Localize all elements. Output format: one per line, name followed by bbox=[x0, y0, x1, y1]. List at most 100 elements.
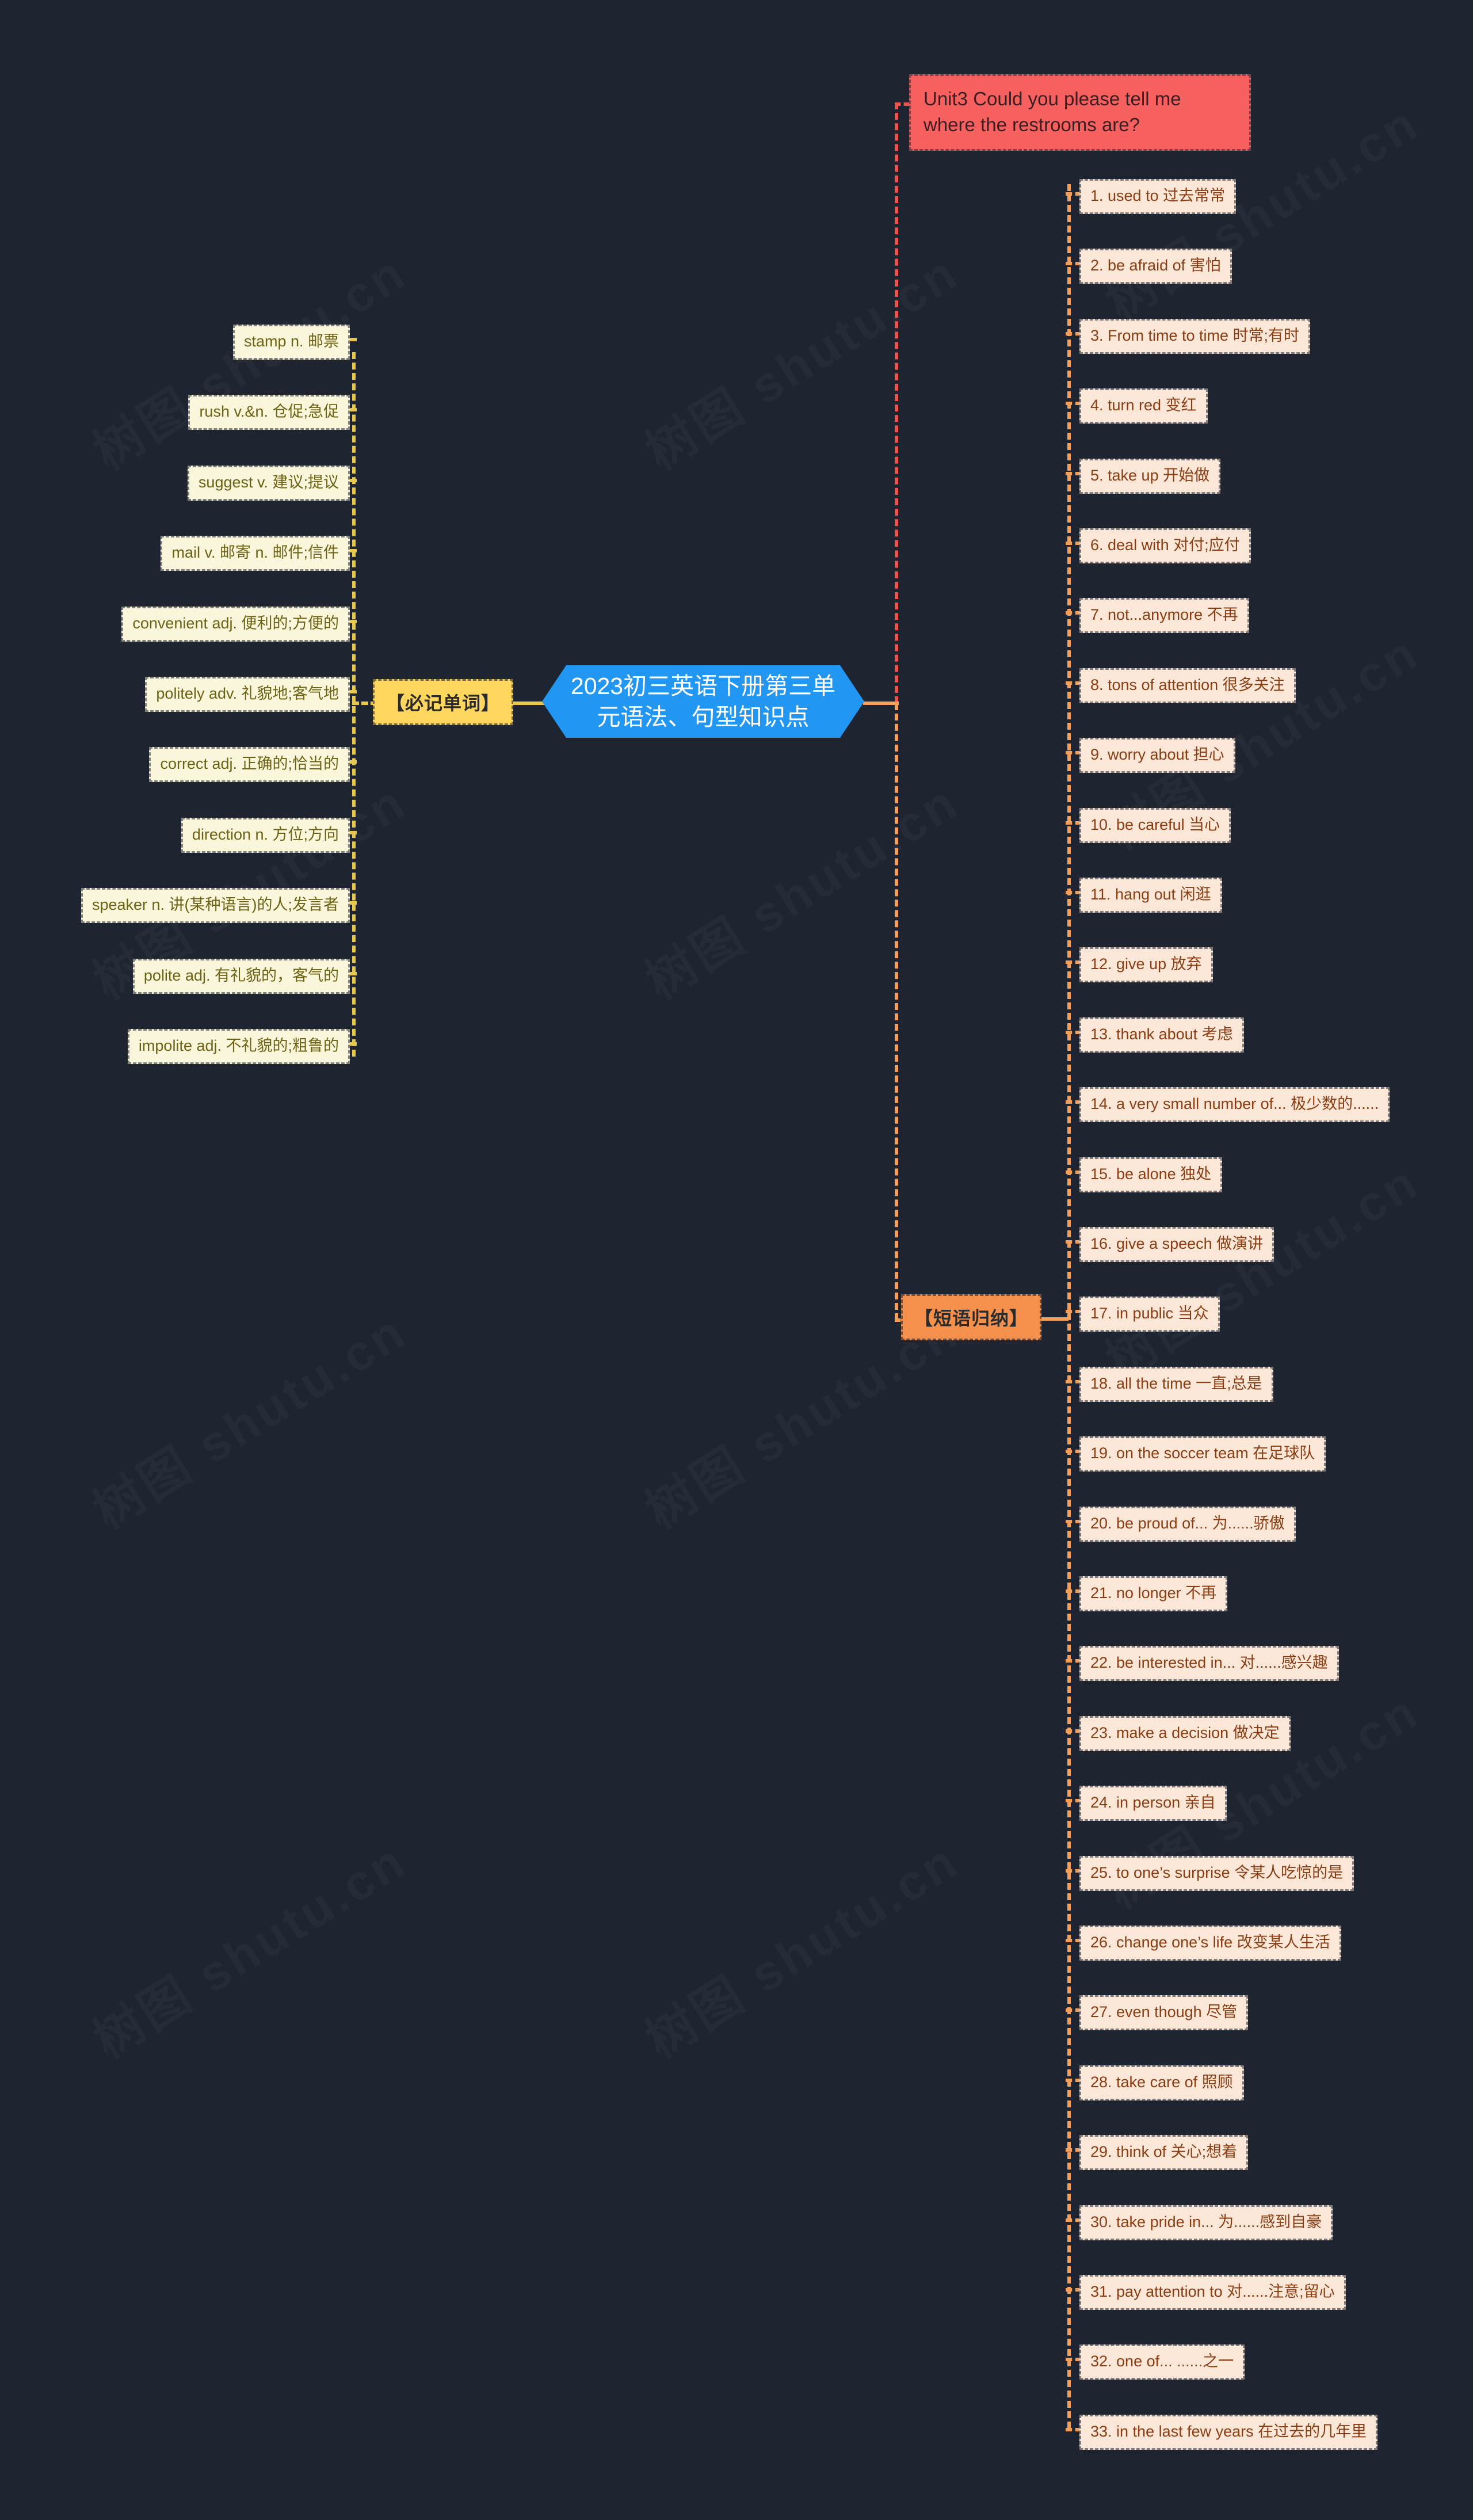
phrase-item[interactable]: 31. pay attention to 对......注意;留心 bbox=[1079, 2275, 1346, 2310]
phrase-item-label: 1. used to 过去常常 bbox=[1090, 187, 1226, 204]
word-item[interactable]: stamp n. 邮票 bbox=[232, 325, 350, 360]
phrase-item-label: 30. take pride in... 为......感到自豪 bbox=[1090, 2213, 1322, 2231]
phrase-item[interactable]: 19. on the soccer team 在足球队 bbox=[1079, 1436, 1326, 1472]
phrase-item[interactable]: 33. in the last few years 在过去的几年里 bbox=[1079, 2414, 1378, 2450]
mindmap-canvas: 树图 shutu.cn 树图 shutu.cn 树图 shutu.cn 树图 s… bbox=[0, 0, 1473, 2520]
word-item[interactable]: mail v. 邮寄 n. 邮件;信件 bbox=[161, 536, 350, 571]
category-phrases[interactable]: 【短语归纳】 bbox=[901, 1294, 1042, 1340]
phrase-item[interactable]: 26. change one’s life 改变某人生活 bbox=[1079, 1926, 1341, 1961]
watermark: 树图 shutu.cn bbox=[629, 763, 970, 1013]
phrase-item[interactable]: 12. give up 放弃 bbox=[1079, 947, 1213, 983]
phrase-item-label: 16. give a speech 做演讲 bbox=[1090, 1235, 1264, 1252]
word-item-connector bbox=[350, 690, 357, 693]
word-item-connector bbox=[350, 760, 357, 764]
phrase-item[interactable]: 28. take care of 照顾 bbox=[1079, 2065, 1244, 2100]
phrase-item[interactable]: 6. deal with 对付;应付 bbox=[1079, 528, 1251, 563]
watermark: 树图 shutu.cn bbox=[77, 1821, 418, 2072]
word-item-label: suggest v. 建议;提议 bbox=[198, 473, 339, 491]
phrase-item-label: 3. From time to time 时常;有时 bbox=[1090, 326, 1300, 344]
root-node[interactable]: 2023初三英语下册第三单元语法、句型知识点 bbox=[542, 665, 864, 738]
phrase-item-label: 17. in public 当众 bbox=[1090, 1305, 1209, 1322]
word-item-connector bbox=[350, 619, 357, 623]
phrase-items-spine bbox=[1067, 184, 1071, 2428]
phrase-item[interactable]: 22. be interested in... 对......感兴趣 bbox=[1079, 1646, 1339, 1682]
word-item-connector bbox=[350, 338, 357, 341]
phrase-item[interactable]: 11. hang out 闲逛 bbox=[1079, 878, 1222, 913]
phrase-item-label: 9. worry about 担心 bbox=[1090, 746, 1224, 764]
word-item[interactable]: convenient adj. 便利的;方便的 bbox=[121, 606, 350, 642]
phrase-item-label: 10. be careful 当心 bbox=[1090, 815, 1220, 833]
phrase-item[interactable]: 7. not...anymore 不再 bbox=[1079, 598, 1249, 634]
phrase-item[interactable]: 23. make a decision 做决定 bbox=[1079, 1715, 1291, 1751]
phrase-item-label: 19. on the soccer team 在足球队 bbox=[1090, 1444, 1315, 1462]
topic-node[interactable]: Unit3 Could you please tell me where the… bbox=[909, 74, 1251, 151]
root-to-spine-link bbox=[863, 702, 899, 705]
word-item-connector bbox=[350, 408, 357, 412]
word-item-connector bbox=[350, 901, 357, 905]
word-item-label: rush v.&n. 仓促;急促 bbox=[199, 403, 339, 421]
word-item[interactable]: rush v.&n. 仓促;急促 bbox=[188, 395, 350, 430]
phrase-item-label: 15. be alone 独处 bbox=[1090, 1165, 1212, 1183]
word-item[interactable]: politely adv. 礼貌地;客气地 bbox=[145, 677, 350, 712]
phrase-item-label: 23. make a decision 做决定 bbox=[1090, 1724, 1280, 1741]
phrase-item-label: 18. all the time 一直;总是 bbox=[1090, 1374, 1262, 1392]
word-item-label: convenient adj. 便利的;方便的 bbox=[132, 614, 339, 632]
phrase-item[interactable]: 3. From time to time 时常;有时 bbox=[1079, 318, 1311, 354]
phrase-item[interactable]: 27. even though 尽管 bbox=[1079, 1995, 1249, 2031]
phrase-item-label: 24. in person 亲自 bbox=[1090, 1794, 1216, 1812]
watermark: 树图 shutu.cn bbox=[77, 1292, 418, 1542]
word-item-label: politely adv. 礼貌地;客气地 bbox=[156, 685, 339, 702]
phrase-item[interactable]: 1. used to 过去常常 bbox=[1079, 179, 1237, 214]
category-words[interactable]: 【必记单词】 bbox=[373, 679, 514, 725]
phrase-item[interactable]: 15. be alone 独处 bbox=[1079, 1157, 1223, 1192]
phrase-item[interactable]: 2. be afraid of 害怕 bbox=[1079, 249, 1232, 284]
phrase-item-label: 12. give up 放弃 bbox=[1090, 955, 1202, 973]
word-item[interactable]: correct adj. 正确的;恰当的 bbox=[149, 747, 350, 783]
word-item[interactable]: suggest v. 建议;提议 bbox=[187, 465, 350, 501]
phrase-item-label: 27. even though 尽管 bbox=[1090, 2003, 1238, 2021]
phrase-item[interactable]: 5. take up 开始做 bbox=[1079, 458, 1221, 494]
word-item-connector bbox=[350, 830, 357, 834]
watermark: 树图 shutu.cn bbox=[629, 1821, 970, 2072]
word-item-connector bbox=[350, 478, 357, 482]
word-item-connector bbox=[350, 1042, 357, 1046]
word-item[interactable]: polite adj. 有礼貌的，客气的 bbox=[132, 958, 350, 994]
category-words-label: 【必记单词】 bbox=[386, 693, 501, 714]
phrase-item-label: 8. tons of attention 很多关注 bbox=[1090, 676, 1285, 693]
phrase-item[interactable]: 9. worry about 担心 bbox=[1079, 738, 1235, 773]
phrase-item[interactable]: 8. tons of attention 很多关注 bbox=[1079, 668, 1296, 703]
phrase-item[interactable]: 10. be careful 当心 bbox=[1079, 807, 1231, 843]
phrase-item-label: 33. in the last few years 在过去的几年里 bbox=[1090, 2422, 1367, 2440]
watermark: 树图 shutu.cn bbox=[629, 233, 970, 483]
phrase-item[interactable]: 14. a very small number of... 极少数的...... bbox=[1079, 1087, 1390, 1123]
phrase-item[interactable]: 25. to one’s surprise 令某人吃惊的是 bbox=[1079, 1855, 1354, 1891]
phrase-item-label: 14. a very small number of... 极少数的...... bbox=[1090, 1095, 1379, 1113]
phrase-item-label: 4. turn red 变红 bbox=[1090, 397, 1197, 414]
phrase-item[interactable]: 30. take pride in... 为......感到自豪 bbox=[1079, 2205, 1333, 2240]
phrase-item[interactable]: 32. one of... ......之一 bbox=[1079, 2344, 1245, 2380]
phrase-item[interactable]: 20. be proud of... 为......骄傲 bbox=[1079, 1506, 1296, 1542]
word-item[interactable]: impolite adj. 不礼貌的;粗鲁的 bbox=[127, 1029, 350, 1064]
word-item-connector bbox=[350, 971, 357, 975]
word-item-label: mail v. 邮寄 n. 邮件;信件 bbox=[171, 544, 339, 562]
phrase-item[interactable]: 18. all the time 一直;总是 bbox=[1079, 1366, 1273, 1402]
phrase-item-label: 29. think of 关心;想着 bbox=[1090, 2143, 1238, 2161]
phrase-item[interactable]: 17. in public 当众 bbox=[1079, 1297, 1220, 1332]
word-item[interactable]: speaker n. 讲(某种语言)的人;发言者 bbox=[81, 888, 350, 924]
category-phrases-label: 【短语归纳】 bbox=[914, 1308, 1029, 1329]
root-label: 2023初三英语下册第三单元语法、句型知识点 bbox=[570, 672, 836, 730]
phrase-item[interactable]: 24. in person 亲自 bbox=[1079, 1786, 1227, 1821]
topic-spine bbox=[895, 102, 898, 703]
word-item[interactable]: direction n. 方位;方向 bbox=[181, 817, 350, 853]
phrase-item[interactable]: 29. think of 关心;想着 bbox=[1079, 2135, 1249, 2171]
phrase-item-label: 5. take up 开始做 bbox=[1090, 466, 1210, 484]
phrase-item[interactable]: 4. turn red 变红 bbox=[1079, 388, 1208, 424]
phrase-item[interactable]: 16. give a speech 做演讲 bbox=[1079, 1227, 1274, 1262]
phrases-spine bbox=[895, 703, 898, 1320]
phrase-item[interactable]: 21. no longer 不再 bbox=[1079, 1576, 1228, 1611]
phrase-item[interactable]: 13. thank about 考虑 bbox=[1079, 1017, 1244, 1053]
word-item-label: stamp n. 邮票 bbox=[243, 333, 339, 350]
word-item-label: direction n. 方位;方向 bbox=[192, 825, 339, 843]
phrase-item-label: 20. be proud of... 为......骄傲 bbox=[1090, 1514, 1285, 1532]
phrase-item-label: 6. deal with 对付;应付 bbox=[1090, 536, 1240, 554]
